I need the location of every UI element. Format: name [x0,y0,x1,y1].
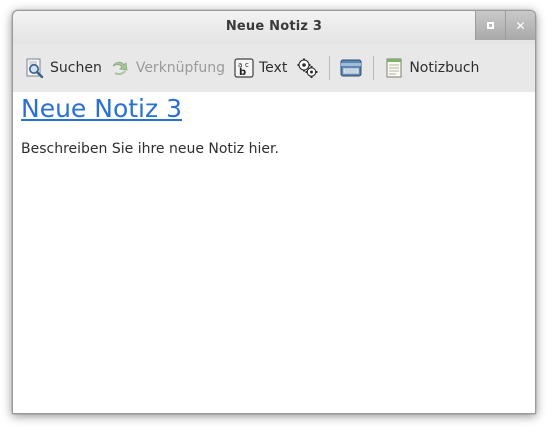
note-title-link[interactable]: Neue Notiz 3 [21,94,182,123]
text-format-icon: a c b [234,58,254,78]
note-editor[interactable]: Neue Notiz 3 Beschreiben Sie ihre neue N… [13,92,535,413]
maximize-icon [487,22,494,29]
svg-text:b: b [239,67,246,78]
trash-icon [340,59,362,77]
gears-icon [297,58,318,78]
delete-button[interactable] [340,58,362,78]
note-body-text[interactable]: Beschreiben Sie ihre neue Notiz hier. [21,141,279,157]
link-label: Verknüpfung [135,60,225,76]
text-style-button[interactable]: a c b Text [234,58,287,78]
toolbar-separator [329,56,331,80]
maximize-button[interactable] [475,11,505,40]
toolbar-separator [373,56,375,80]
title-bar[interactable]: Neue Notiz 3 ✕ [13,11,535,44]
notebook-label: Notizbuch [409,60,480,76]
link-arrow-icon [112,61,128,76]
window-controls: ✕ [475,11,535,40]
close-icon: ✕ [515,18,526,33]
note-window: Neue Notiz 3 ✕ Suchen Verknüpfung a c b … [12,10,536,414]
close-button[interactable]: ✕ [505,11,535,40]
text-label: Text [259,60,288,76]
search-icon [26,58,44,78]
tools-button[interactable] [296,57,318,79]
window-title: Neue Notiz 3 [225,19,323,34]
notebook-icon [386,58,402,78]
toolbar: Suchen Verknüpfung a c b Text Notizbuch [13,44,535,92]
search-label: Suchen [50,60,102,76]
link-button[interactable]: Verknüpfung [111,58,225,78]
notebook-button[interactable]: Notizbuch [384,58,479,78]
search-button[interactable]: Suchen [25,58,102,78]
